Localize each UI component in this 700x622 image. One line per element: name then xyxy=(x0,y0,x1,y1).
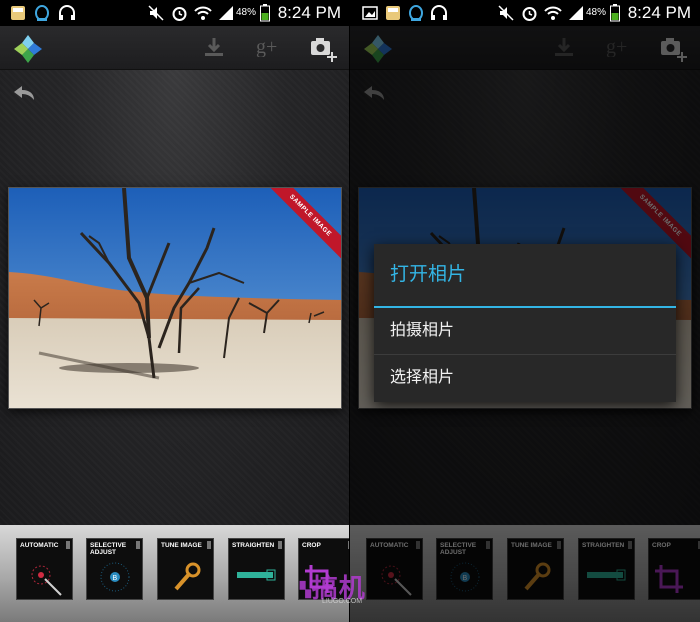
tool-straighten[interactable]: STRAIGHTEN xyxy=(228,538,285,600)
dialog-title: 打开相片 xyxy=(390,264,467,285)
gallery-icon xyxy=(362,5,378,26)
headphones-icon xyxy=(430,5,448,26)
clock: 8:24 PM xyxy=(277,3,341,22)
tool-badge xyxy=(66,541,70,549)
snapseed-logo-icon xyxy=(12,33,44,70)
tool-badge xyxy=(278,541,282,549)
undo-icon[interactable] xyxy=(12,84,36,107)
right-screen: 48% 8:24 PM g+ SAMPL xyxy=(350,0,700,622)
screenshot-divider xyxy=(349,0,350,622)
download-icon[interactable] xyxy=(203,36,225,63)
tool-label: TUNE IMAGE xyxy=(161,542,202,549)
wifi-icon xyxy=(544,5,562,26)
battery-percent: 48% xyxy=(236,7,257,18)
selective-adjust-icon: B xyxy=(87,557,142,599)
open-photo-dialog: 打开相片 拍摄相片 选择相片 xyxy=(374,244,676,402)
watermark-url: LIUGO.COM xyxy=(322,598,363,605)
status-bar: 48% 8:24 PM xyxy=(350,0,700,26)
watermark-logo-icon: ▚ xyxy=(300,581,312,598)
status-bar: 48% 8:24 PM xyxy=(0,0,350,26)
svg-text:g+: g+ xyxy=(256,36,277,57)
tool-automatic[interactable]: AUTOMATIC xyxy=(16,538,73,600)
battery-icon xyxy=(610,4,620,27)
headphones-icon xyxy=(58,5,76,26)
add-photo-icon[interactable] xyxy=(310,36,338,67)
left-screen: 48% 8:24 PM g+ SAMPLE IMAGE AUTOMATIC SE… xyxy=(0,0,350,622)
tool-badge xyxy=(207,541,211,549)
straighten-icon xyxy=(229,557,284,599)
tool-badge xyxy=(136,541,140,549)
alarm-icon xyxy=(521,5,538,27)
tool-label: AUTOMATIC xyxy=(20,542,59,549)
qq-icon xyxy=(34,5,50,28)
desert-tree-image xyxy=(9,188,342,409)
mute-icon xyxy=(498,5,514,26)
alarm-icon xyxy=(171,5,188,27)
choose-photo-option[interactable]: 选择相片 xyxy=(374,355,676,401)
svg-text:B: B xyxy=(113,575,118,582)
wrench-icon xyxy=(158,557,213,599)
clock: 8:24 PM xyxy=(627,3,691,22)
tool-label: SELECTIVE ADJUST xyxy=(90,542,127,556)
tool-label: STRAIGHTEN xyxy=(232,542,275,549)
qq-icon xyxy=(408,5,424,28)
wifi-icon xyxy=(194,5,212,26)
tool-tune-image[interactable]: TUNE IMAGE xyxy=(157,538,214,600)
take-photo-option[interactable]: 拍摄相片 xyxy=(374,308,676,354)
signal-icon xyxy=(218,5,234,26)
battery-icon xyxy=(260,4,270,27)
notes-app-icon xyxy=(10,5,26,26)
mute-icon xyxy=(148,5,164,26)
automatic-icon xyxy=(17,557,72,599)
tool-strip: AUTOMATIC SELECTIVE ADJUST B TUNE IMAGE … xyxy=(0,525,350,622)
action-bar: g+ xyxy=(0,26,350,70)
notes-app-icon xyxy=(385,5,401,26)
editor-workspace: SAMPLE IMAGE xyxy=(0,70,350,525)
tool-label: CROP xyxy=(302,542,321,549)
tool-selective-adjust[interactable]: SELECTIVE ADJUST B xyxy=(86,538,143,600)
signal-icon xyxy=(568,5,584,26)
google-plus-icon[interactable]: g+ xyxy=(256,35,282,62)
sample-photo: SAMPLE IMAGE xyxy=(8,187,342,409)
battery-percent: 48% xyxy=(586,7,607,18)
